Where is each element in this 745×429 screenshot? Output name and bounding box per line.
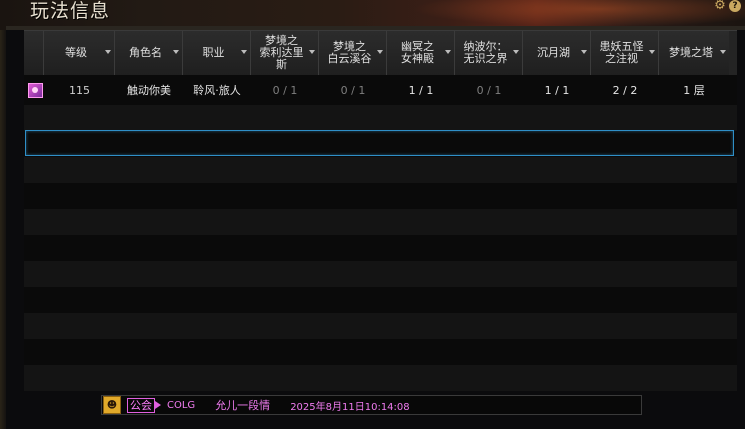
column-header-dungeon-6[interactable]: 患妖五怪 之注视 [591, 31, 659, 75]
dungeon-4-cell: 0 / 1 [476, 83, 502, 97]
column-header-label: 纳波尔： 无识之界 [463, 40, 508, 65]
dungeon-6-cell: 2 / 2 [612, 83, 638, 97]
table-row[interactable] [24, 209, 737, 235]
character-avatar-icon [28, 82, 43, 98]
chat-server: COLG [167, 399, 196, 411]
selected-row-highlight[interactable] [25, 130, 734, 156]
column-header-label: 患妖五怪 之注视 [599, 40, 644, 65]
sort-arrow-icon [720, 50, 726, 54]
table-row[interactable] [24, 287, 737, 313]
column-header-level[interactable]: 等级 [44, 31, 115, 75]
table-row[interactable] [24, 261, 737, 287]
dungeon-1-cell: 0 / 1 [272, 83, 298, 97]
gear-icon[interactable]: ⚙ [714, 0, 726, 12]
column-header-label: 梦境之 索利达里 斯 [259, 34, 304, 71]
column-header-label: 等级 [65, 46, 87, 59]
table-body: 115 触动你美 聆风·旅人 0 / 1 0 / 1 1 / 1 0 / 1 1… [24, 75, 737, 391]
table-row[interactable] [24, 235, 737, 261]
sort-arrow-icon [105, 50, 111, 54]
table-row[interactable] [24, 313, 737, 339]
sort-arrow-icon [581, 50, 587, 54]
table-row[interactable] [24, 105, 737, 131]
table-row[interactable] [24, 365, 737, 391]
dream-tower-cell: 1 层 [683, 84, 705, 97]
sort-arrow-icon [309, 50, 315, 54]
window-title: 玩法信息 [30, 0, 111, 22]
column-header-dream-tower[interactable]: 梦境之塔 [659, 31, 729, 75]
dungeon-2-cell: 0 / 1 [340, 83, 366, 97]
channel-arrow-icon [155, 401, 161, 409]
sort-arrow-icon [241, 50, 247, 54]
chat-bar: ☻ 公会 COLG 允儿一段情 [101, 395, 642, 415]
level-cell: 115 [69, 83, 90, 97]
question-icon[interactable]: ? [729, 0, 741, 12]
row-icon-cell [24, 82, 44, 98]
sort-arrow-icon [445, 50, 451, 54]
column-header-dungeon-5[interactable]: 沉月湖 [523, 31, 591, 75]
column-header-dungeon-3[interactable]: 幽冥之 女神殿 [387, 31, 455, 75]
sort-arrow-icon [377, 50, 383, 54]
column-header-icon [24, 31, 44, 75]
sort-arrow-icon [649, 50, 655, 54]
column-header-label: 沉月湖 [537, 46, 570, 59]
class-cell: 聆风·旅人 [193, 84, 241, 97]
character-name-cell: 触动你美 [127, 84, 171, 97]
column-header-dungeon-2[interactable]: 梦境之 白云溪谷 [319, 31, 387, 75]
chat-sender: 允儿一段情 [215, 399, 271, 412]
column-header-label: 职业 [202, 46, 225, 59]
chat-channel-tag[interactable]: 公会 [127, 397, 155, 413]
sort-arrow-icon [173, 50, 179, 54]
table-header: 等级 角色名 职业 梦境之 索利达里 斯 梦境之 白云溪谷 幽冥之 女神殿 纳波… [24, 30, 737, 76]
column-header-label: 梦境之 白云溪谷 [327, 40, 372, 65]
chat-input[interactable] [290, 399, 431, 411]
column-header-name[interactable]: 角色名 [115, 31, 183, 75]
table-row[interactable] [24, 157, 737, 183]
column-header-dungeon-4[interactable]: 纳波尔： 无识之界 [455, 31, 523, 75]
window-controls: ⚙ ? [714, 0, 741, 12]
dungeon-3-cell: 1 / 1 [408, 83, 434, 97]
column-header-label: 角色名 [129, 46, 162, 59]
column-header-label: 梦境之塔 [669, 46, 713, 59]
table-row[interactable] [24, 183, 737, 209]
column-header-class[interactable]: 职业 [183, 31, 251, 75]
column-header-label: 幽冥之 女神殿 [401, 40, 434, 65]
frame-left-border [0, 30, 6, 429]
chat-emote-icon[interactable]: ☻ [103, 396, 121, 414]
sort-arrow-icon [513, 50, 519, 54]
dungeon-5-cell: 1 / 1 [544, 83, 570, 97]
column-header-dungeon-1[interactable]: 梦境之 索利达里 斯 [251, 31, 319, 75]
table-row[interactable] [24, 339, 737, 365]
table-row[interactable]: 115 触动你美 聆风·旅人 0 / 1 0 / 1 1 / 1 0 / 1 1… [24, 75, 737, 105]
